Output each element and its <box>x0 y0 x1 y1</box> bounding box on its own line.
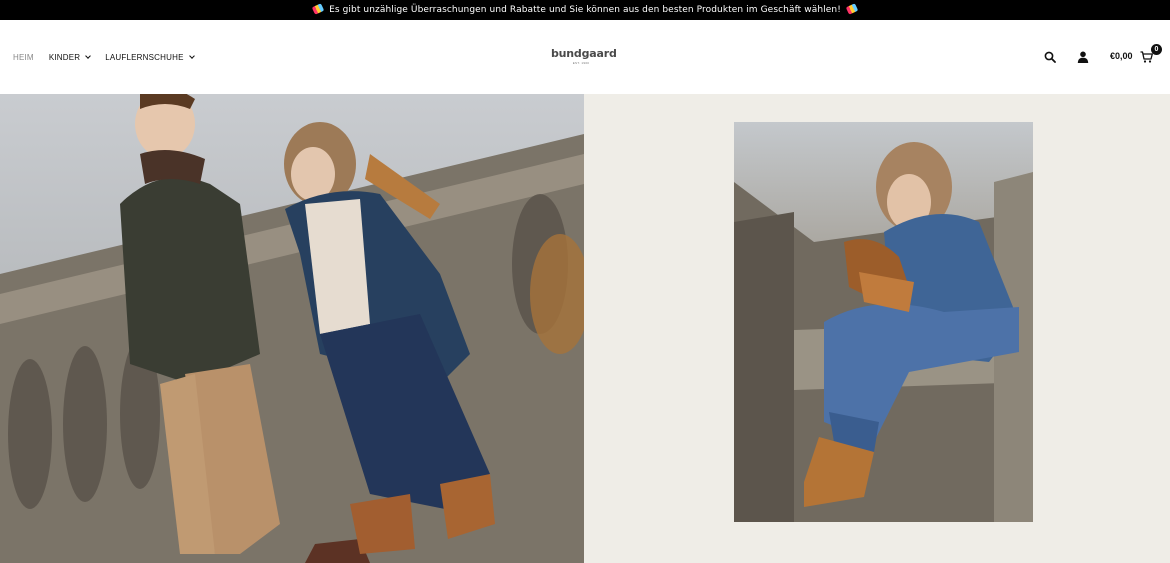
user-icon[interactable] <box>1077 51 1089 63</box>
nav-item-label: KINDER <box>48 52 81 62</box>
children-on-bridge-photo <box>0 94 584 563</box>
chevron-down-icon <box>85 53 92 59</box>
nav-item-heim[interactable]: HEIM <box>13 53 34 62</box>
rocket-emoji-icon <box>311 3 325 15</box>
logo-text: bundgaard <box>551 47 617 60</box>
logo-subtext: EST. 1900 <box>572 61 590 65</box>
cart-count-badge: 0 <box>1151 44 1162 55</box>
nav-item-lauflernschuhe[interactable]: LAUFLERNSCHUHE <box>105 52 195 62</box>
nav-item-kinder[interactable]: KINDER <box>48 52 92 62</box>
rocket-emoji-icon <box>845 3 859 15</box>
nav-item-label: LAUFLERNSCHUHE <box>105 52 184 62</box>
girl-sitting-photo <box>734 142 1033 522</box>
nav-item-label: HEIM <box>13 52 34 62</box>
main-nav: HEIM KINDER LAUFLERNSCHUHE <box>13 20 209 94</box>
announcement-text: Es gibt unzählige Überraschungen und Rab… <box>329 5 841 15</box>
site-header: HEIM KINDER LAUFLERNSCHUHE bundgaard EST… <box>0 20 1170 94</box>
search-icon[interactable] <box>1044 51 1056 63</box>
hero-image-right[interactable] <box>734 122 1033 522</box>
hero-image-left[interactable] <box>0 94 584 563</box>
brand-logo[interactable]: bundgaard EST. 1900 <box>551 47 617 65</box>
cart-total[interactable]: €0,00 <box>1110 51 1133 61</box>
cart-icon[interactable] <box>1140 51 1153 63</box>
announcement-bar: Es gibt unzählige Überraschungen und Rab… <box>0 0 1170 20</box>
chevron-down-icon <box>188 53 195 59</box>
